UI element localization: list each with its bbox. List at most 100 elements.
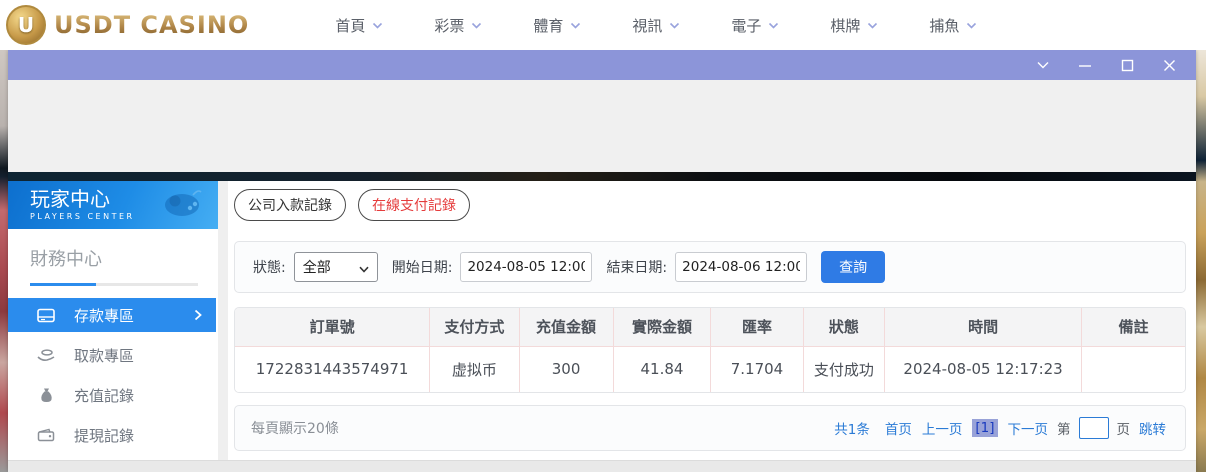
sidebar-item-withdrawal-records[interactable]: 提現記錄 <box>8 418 218 452</box>
section-divider-accent <box>30 283 96 286</box>
sidebar: 玩家中心 PLAYERS CENTER 財務中心 存款專區 取款專區 充值記錄 … <box>8 181 218 460</box>
col-time: 時間 <box>884 308 1082 347</box>
maximize-icon[interactable] <box>1112 53 1142 77</box>
chevron-down-icon <box>669 20 680 30</box>
main-nav: 首頁 彩票 體育 視訊 電子 棋牌 捕魚 <box>309 15 1002 36</box>
cell-remark <box>1081 346 1185 392</box>
window-blank-area <box>8 80 1196 172</box>
horizontal-scrollbar[interactable] <box>8 460 1196 472</box>
collapse-chevron-icon[interactable] <box>1028 53 1058 77</box>
nav-label: 電子 <box>731 16 762 35</box>
nav-label: 彩票 <box>434 16 465 35</box>
pager: 共1条 首页 上一页 [1] 下一页 第 页 跳转 <box>834 417 1171 439</box>
start-date-input[interactable] <box>460 252 593 282</box>
status-select-value: 全部 <box>302 260 331 276</box>
chevron-down-icon <box>768 20 779 30</box>
close-icon[interactable] <box>1154 53 1184 77</box>
nav-item-fishing[interactable]: 捕魚 <box>929 15 977 36</box>
chevron-down-icon <box>966 20 977 30</box>
site-logo[interactable]: U USDT CASINO <box>6 5 249 45</box>
coin-logo-icon: U <box>6 5 46 45</box>
col-status: 狀態 <box>803 308 886 347</box>
nav-label: 視訊 <box>632 16 663 35</box>
nav-label: 首頁 <box>335 16 366 35</box>
jump-prefix-text: 第 <box>1057 422 1071 438</box>
col-remark: 備註 <box>1081 308 1185 347</box>
site-header: U USDT CASINO 首頁 彩票 體育 視訊 電子 棋牌 捕魚 <box>0 0 1206 50</box>
nav-label: 體育 <box>533 16 564 35</box>
sidebar-item-deposit-zone[interactable]: 存款專區 <box>8 298 216 332</box>
page-jump-input[interactable] <box>1078 417 1109 439</box>
end-date-label: 結束日期: <box>606 260 668 276</box>
chevron-down-icon <box>867 20 878 30</box>
sidebar-item-recharge-records[interactable]: 充值記錄 <box>8 378 218 412</box>
search-button[interactable]: 查詢 <box>821 251 886 283</box>
records-table: 訂單號 支付方式 充值金額 實際金額 匯率 狀態 時間 備註 172283144… <box>234 307 1186 393</box>
cell-time: 2024-08-05 12:17:23 <box>884 346 1082 392</box>
cell-status: 支付成功 <box>803 346 886 392</box>
moneybag-icon <box>36 387 56 403</box>
col-exchange-rate: 匯率 <box>710 308 804 347</box>
start-date-label: 開始日期: <box>391 260 453 276</box>
nav-item-live[interactable]: 視訊 <box>632 15 680 36</box>
background-image-right <box>1196 45 1206 472</box>
nav-label: 棋牌 <box>830 16 861 35</box>
window-body: 玩家中心 PLAYERS CENTER 財務中心 存款專區 取款專區 充值記錄 … <box>8 80 1196 472</box>
end-date-input[interactable] <box>675 252 808 282</box>
cell-payment-method: 虚拟币 <box>429 346 520 392</box>
table-header-row: 訂單號 支付方式 充值金額 實際金額 匯率 狀態 時間 備註 <box>235 308 1185 347</box>
chevron-down-icon <box>372 20 383 30</box>
total-count-text: 共1条 <box>834 422 870 438</box>
wallet-icon <box>36 428 56 442</box>
nav-item-sports[interactable]: 體育 <box>533 15 581 36</box>
sidebar-item-label: 存款專區 <box>74 306 135 325</box>
filter-bar: 狀態: 全部 開始日期: 結束日期: 查詢 <box>234 241 1186 293</box>
gamepad-icon <box>160 187 204 225</box>
content-row: 玩家中心 PLAYERS CENTER 財務中心 存款專區 取款專區 充值記錄 … <box>8 181 1196 460</box>
section-label-finance-center: 財務中心 <box>30 249 102 270</box>
minimize-icon[interactable] <box>1070 53 1100 77</box>
tab-company-deposit-records[interactable]: 公司入款記錄 <box>234 189 346 221</box>
tab-online-payment-records[interactable]: 在線支付記錄 <box>358 189 470 221</box>
nav-item-lottery[interactable]: 彩票 <box>434 15 482 36</box>
jump-suffix-text: 页 <box>1116 422 1131 438</box>
page: U USDT CASINO 首頁 彩票 體育 視訊 電子 棋牌 捕魚 玩家中心 … <box>0 0 1206 472</box>
background-image-left <box>0 50 8 472</box>
app-window: 玩家中心 PLAYERS CENTER 財務中心 存款專區 取款專區 充值記錄 … <box>8 50 1196 472</box>
sidebar-item-label: 充值記錄 <box>74 386 135 405</box>
coin-letter: U <box>17 13 35 37</box>
nav-item-slots[interactable]: 電子 <box>731 15 779 36</box>
page-size-text: 每頁顯示20條 <box>251 421 339 437</box>
deposit-card-icon <box>36 308 56 323</box>
nav-item-home[interactable]: 首頁 <box>335 15 383 36</box>
sidebar-item-label: 提現記錄 <box>74 426 135 445</box>
col-payment-method: 支付方式 <box>429 308 520 347</box>
next-page-link[interactable]: 下一页 <box>1008 418 1049 438</box>
sidebar-header: 玩家中心 PLAYERS CENTER <box>8 181 218 229</box>
current-page-indicator: [1] <box>972 419 998 437</box>
cell-actual-amount: 41.84 <box>613 346 712 392</box>
table-row: 1722831443574971 虚拟币 300 41.84 7.1704 支付… <box>235 346 1185 392</box>
pagination-bar: 每頁顯示20條 共1条 首页 上一页 [1] 下一页 第 页 跳转 <box>234 405 1186 451</box>
chevron-down-icon <box>570 20 581 30</box>
status-select[interactable]: 全部 <box>293 252 378 282</box>
sidebar-item-withdraw-zone[interactable]: 取款專區 <box>8 338 218 372</box>
col-order-number: 訂單號 <box>235 308 431 347</box>
logo-text: USDT CASINO <box>54 11 250 39</box>
nav-item-chess[interactable]: 棋牌 <box>830 15 878 36</box>
jump-button[interactable]: 跳转 <box>1139 418 1166 438</box>
first-page-link[interactable]: 首页 <box>885 418 912 438</box>
banner-strip <box>8 172 1196 181</box>
window-titlebar <box>8 50 1196 80</box>
record-tabs: 公司入款記錄 在線支付記錄 <box>234 189 1186 221</box>
sidebar-menu: 存款專區 取款專區 充值記錄 提現記錄 <box>8 298 218 460</box>
chevron-right-icon <box>194 309 202 321</box>
section-divider <box>30 283 198 286</box>
chevron-down-icon <box>359 258 369 277</box>
sidebar-item-label: 取款專區 <box>74 346 135 365</box>
cell-recharge-amount: 300 <box>519 346 614 392</box>
prev-page-link[interactable]: 上一页 <box>922 418 963 438</box>
chevron-down-icon <box>471 20 482 30</box>
cell-order-number: 1722831443574971 <box>235 346 431 392</box>
col-actual-amount: 實際金額 <box>613 308 712 347</box>
